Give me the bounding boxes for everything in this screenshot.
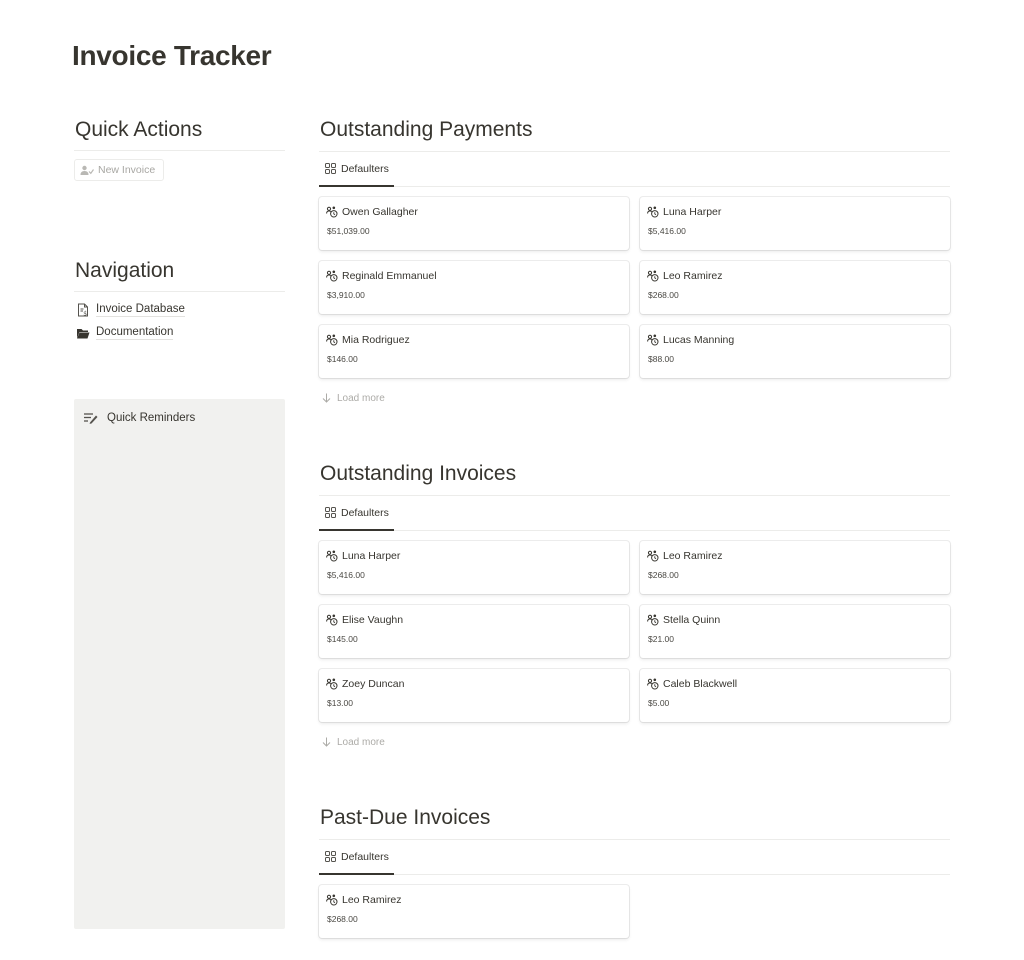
gallery-icon	[325, 507, 336, 518]
quick-actions-section: Quick Actions New Invoice	[74, 114, 285, 181]
svg-text:$: $	[83, 310, 87, 317]
card-amount: $145.00	[327, 634, 358, 644]
navigation-section: Navigation $ Invoice Database Documentat…	[74, 255, 285, 344]
card-name: Lucas Manning	[663, 334, 735, 346]
gallery-icon	[325, 851, 336, 862]
quick-reminders-callout: Quick Reminders	[74, 399, 285, 929]
view-tab-bar: Defaulters	[319, 496, 950, 531]
load-more-button[interactable]: Load more	[319, 734, 950, 750]
load-more-label: Load more	[337, 392, 385, 404]
left-column: Quick Actions New Invoice Navigation $ I	[74, 114, 285, 344]
load-more-label: Load more	[337, 736, 385, 748]
card-amount: $146.00	[327, 354, 358, 364]
nav-item-label: Documentation	[96, 326, 174, 340]
card-name: Elise Vaughn	[342, 614, 404, 626]
defaulter-card[interactable]: Elise Vaughn $145.00	[319, 605, 629, 658]
defaulter-card[interactable]: Mia Rodriguez $146.00	[319, 325, 629, 378]
card-amount: $5,416.00	[648, 226, 686, 236]
nav-item-invoice-database[interactable]: $ Invoice Database	[74, 298, 285, 321]
defaulter-card[interactable]: Stella Quinn $21.00	[640, 605, 950, 658]
card-amount: $5.00	[648, 698, 670, 708]
gallery-icon	[325, 163, 336, 174]
tab-defaulters[interactable]: Defaulters	[319, 496, 394, 531]
arrow-down-icon	[322, 393, 331, 403]
defaulter-card[interactable]: Leo Ramirez $268.00	[640, 541, 950, 594]
user-check-icon	[80, 165, 94, 175]
nav-item-label: Invoice Database	[96, 303, 185, 317]
card-name: Luna Harper	[663, 206, 722, 218]
card-amount: $88.00	[648, 354, 674, 364]
card-name: Reginald Emmanuel	[342, 270, 437, 282]
card-amount: $268.00	[648, 570, 679, 580]
person-clock-icon	[647, 678, 659, 690]
card-amount: $13.00	[327, 698, 353, 708]
defaulter-card[interactable]: Leo Ramirez $268.00	[640, 261, 950, 314]
card-name: Caleb Blackwell	[663, 678, 738, 690]
card-name: Owen Gallagher	[342, 206, 418, 218]
defaulter-card[interactable]: Caleb Blackwell $5.00	[640, 669, 950, 722]
card-name: Leo Ramirez	[663, 270, 723, 282]
card-amount: $21.00	[648, 634, 674, 644]
section-heading: Past-Due Invoices	[319, 802, 950, 840]
defaulter-card[interactable]: Zoey Duncan $13.00	[319, 669, 629, 722]
section-heading: Outstanding Invoices	[319, 458, 950, 496]
view-tab-bar: Defaulters	[319, 152, 950, 187]
tab-defaulters[interactable]: Defaulters	[319, 152, 394, 187]
person-clock-icon	[326, 550, 338, 562]
card-name: Luna Harper	[342, 550, 401, 562]
card-amount: $3,910.00	[327, 290, 365, 300]
outstanding-payments-section: Outstanding Payments Defaulters Owen Gal…	[319, 114, 950, 406]
defaulter-card[interactable]: Luna Harper $5,416.00	[319, 541, 629, 594]
person-clock-icon	[647, 614, 659, 626]
card-amount: $5,416.00	[327, 570, 365, 580]
tab-defaulters[interactable]: Defaulters	[319, 840, 394, 875]
tab-label: Defaulters	[341, 506, 389, 519]
new-invoice-label: New Invoice	[98, 164, 156, 176]
quick-reminders-label: Quick Reminders	[107, 412, 196, 424]
defaulter-card[interactable]: Leo Ramirez $268.00	[319, 885, 629, 938]
person-clock-icon	[326, 678, 338, 690]
load-more-button[interactable]: Load more	[319, 390, 950, 406]
navigation-heading: Navigation	[74, 255, 285, 292]
card-amount: $51,039.00	[327, 226, 370, 236]
defaulter-card[interactable]: Luna Harper $5,416.00	[640, 197, 950, 250]
card-name: Stella Quinn	[663, 614, 721, 626]
quick-reminders-header[interactable]: Quick Reminders	[74, 399, 285, 424]
folder-icon	[77, 328, 90, 338]
view-tab-bar: Defaulters	[319, 840, 950, 875]
defaulter-card[interactable]: Lucas Manning $88.00	[640, 325, 950, 378]
card-amount: $268.00	[327, 914, 358, 924]
person-clock-icon	[326, 334, 338, 346]
card-gallery: Owen Gallagher $51,039.00 Luna Harper $5…	[319, 197, 950, 378]
card-gallery: Luna Harper $5,416.00 Leo Ramirez $268.0…	[319, 541, 950, 722]
person-clock-icon	[647, 270, 659, 282]
quick-actions-heading: Quick Actions	[74, 114, 285, 151]
person-clock-icon	[326, 206, 338, 218]
card-name: Leo Ramirez	[663, 550, 723, 562]
person-clock-icon	[326, 270, 338, 282]
page-title: Invoice Tracker	[72, 40, 272, 71]
nav-item-documentation[interactable]: Documentation	[74, 321, 285, 344]
person-clock-icon	[647, 206, 659, 218]
arrow-down-icon	[322, 737, 331, 747]
defaulter-card[interactable]: Reginald Emmanuel $3,910.00	[319, 261, 629, 314]
person-clock-icon	[326, 894, 338, 906]
tab-label: Defaulters	[341, 162, 389, 175]
card-name: Mia Rodriguez	[342, 334, 410, 346]
person-clock-icon	[647, 334, 659, 346]
document-icon: $	[78, 303, 88, 317]
section-heading: Outstanding Payments	[319, 114, 950, 152]
person-clock-icon	[647, 550, 659, 562]
card-amount: $268.00	[648, 290, 679, 300]
card-name: Zoey Duncan	[342, 678, 405, 690]
past-due-invoices-section: Past-Due Invoices Defaulters Leo Ramirez…	[319, 802, 950, 938]
list-edit-icon	[84, 413, 98, 424]
tab-label: Defaulters	[341, 850, 389, 863]
outstanding-invoices-section: Outstanding Invoices Defaulters Luna Har…	[319, 458, 950, 750]
card-gallery: Leo Ramirez $268.00	[319, 885, 950, 938]
defaulter-card[interactable]: Owen Gallagher $51,039.00	[319, 197, 629, 250]
new-invoice-button[interactable]: New Invoice	[74, 159, 165, 181]
card-name: Leo Ramirez	[342, 894, 402, 906]
person-clock-icon	[326, 614, 338, 626]
